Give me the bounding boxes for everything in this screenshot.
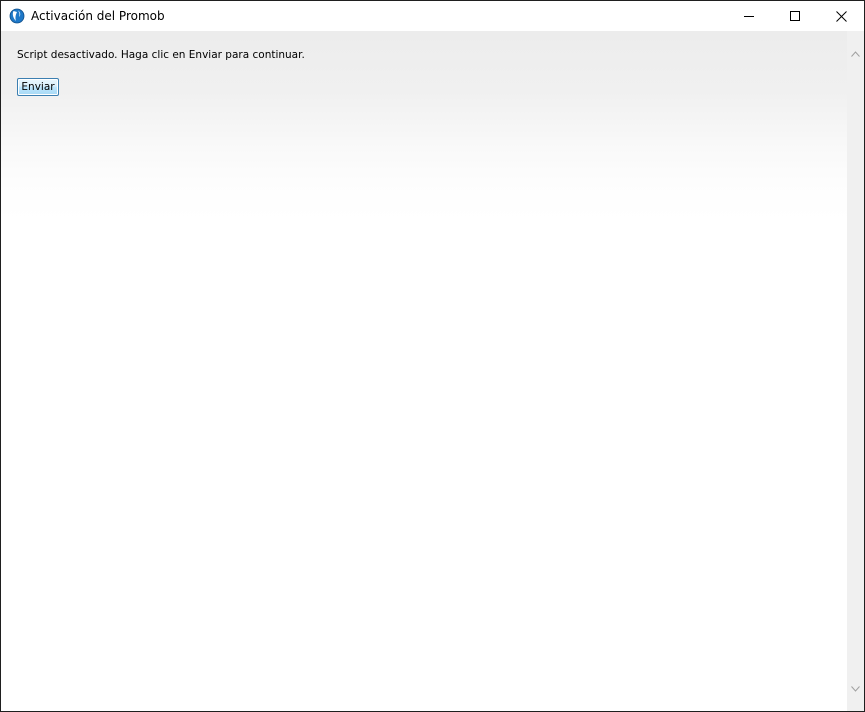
close-button[interactable] xyxy=(818,1,864,31)
promob-globe-icon xyxy=(9,8,25,24)
close-icon xyxy=(835,10,847,22)
vertical-scrollbar[interactable] xyxy=(847,31,864,711)
script-disabled-message: Script desactivado. Haga clic en Enviar … xyxy=(17,49,305,61)
minimize-button[interactable] xyxy=(726,1,772,31)
submit-button[interactable]: Enviar xyxy=(17,78,59,96)
browser-content: Script desactivado. Haga clic en Enviar … xyxy=(1,31,847,711)
maximize-icon xyxy=(790,11,800,21)
minimize-icon xyxy=(744,16,754,17)
maximize-button[interactable] xyxy=(772,1,818,31)
title-bar[interactable]: Activación del Promob xyxy=(1,1,864,31)
scroll-down-button[interactable] xyxy=(847,680,864,697)
window-title: Activación del Promob xyxy=(31,9,165,23)
chevron-down-icon xyxy=(851,685,860,692)
app-window: Activación del Promob Script desactivado… xyxy=(0,0,865,712)
chevron-up-icon xyxy=(851,50,860,57)
scroll-up-button[interactable] xyxy=(847,45,864,62)
